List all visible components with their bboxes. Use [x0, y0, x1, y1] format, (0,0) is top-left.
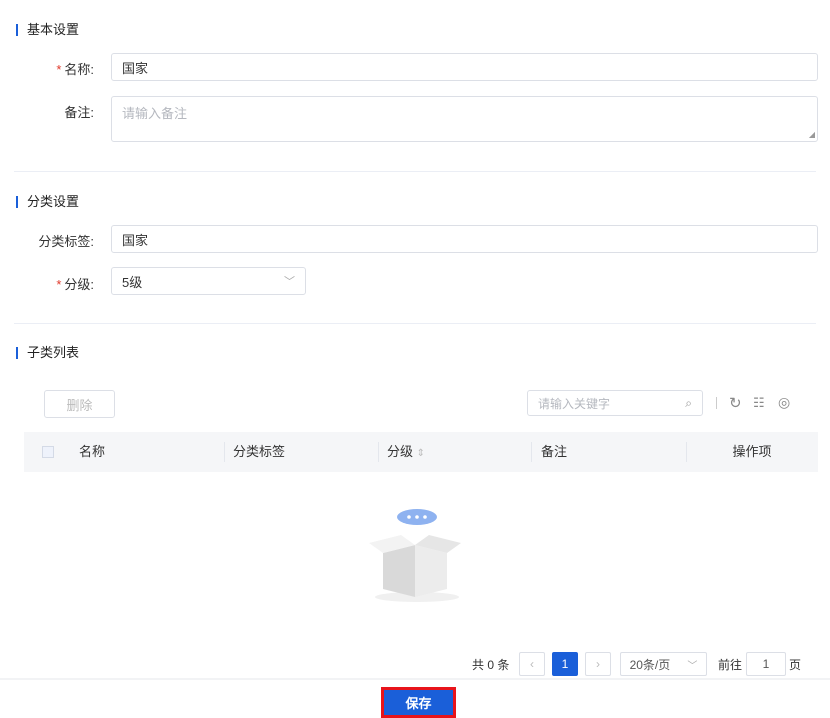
save-button[interactable]: 保存: [381, 687, 456, 718]
column-separator: [224, 442, 225, 462]
tag-input[interactable]: 国家: [111, 225, 818, 253]
name-input[interactable]: 国家: [111, 53, 818, 81]
section-title-sublist: 子类列表: [16, 346, 79, 359]
column-header-actions: 操作项: [732, 444, 772, 459]
column-header-tag: 分类标签: [233, 444, 286, 459]
column-header-level[interactable]: 分级 ⇕: [387, 432, 425, 472]
delete-button[interactable]: 删除: [44, 390, 115, 418]
resize-handle-icon[interactable]: ◢: [809, 130, 815, 139]
toolbar-separator: [716, 397, 717, 409]
keyword-search-input[interactable]: 请输入关键字 ⌕: [527, 390, 703, 416]
page-suffix: 页: [789, 658, 802, 672]
settings-icon[interactable]: ◎: [778, 394, 790, 411]
table-header: 名称 分类标签 分级 ⇕ 备注 操作项: [24, 432, 818, 472]
column-separator: [378, 442, 379, 462]
column-header-remark: 备注: [541, 444, 568, 459]
page-button-1[interactable]: 1: [552, 652, 578, 676]
goto-label: 前往: [718, 658, 743, 672]
page-size-select[interactable]: 20条/页 ﹀: [620, 652, 707, 676]
remark-label: 备注:: [64, 105, 94, 120]
refresh-icon[interactable]: ↻: [729, 394, 742, 412]
section-title-basic: 基本设置: [16, 23, 79, 36]
column-header-name: 名称: [79, 444, 106, 459]
search-icon: ⌕: [685, 395, 692, 410]
pagination-total: 共 0 条: [472, 658, 510, 672]
level-label: * 分级:: [56, 277, 94, 292]
divider: [14, 323, 816, 324]
next-page-button[interactable]: ›: [585, 652, 611, 676]
column-separator: [531, 442, 532, 462]
prev-page-button[interactable]: ‹: [519, 652, 545, 676]
sort-icon[interactable]: ⇕: [417, 448, 425, 459]
level-select[interactable]: 5级 ﹀: [111, 267, 306, 295]
column-settings-icon[interactable]: ☷: [753, 395, 765, 411]
name-label: * 名称:: [56, 62, 94, 77]
tag-label: 分类标签:: [38, 234, 94, 249]
footer-divider: [0, 678, 830, 680]
section-title-category: 分类设置: [16, 195, 79, 208]
goto-page-input[interactable]: 1: [746, 652, 786, 676]
chevron-down-icon: ﹀: [687, 660, 698, 672]
empty-box-icon: [369, 509, 461, 602]
remark-textarea[interactable]: 请输入备注 ◢: [111, 96, 818, 142]
select-all-checkbox[interactable]: [42, 446, 54, 458]
chevron-down-icon: ﹀: [284, 276, 295, 288]
divider: [14, 171, 816, 172]
